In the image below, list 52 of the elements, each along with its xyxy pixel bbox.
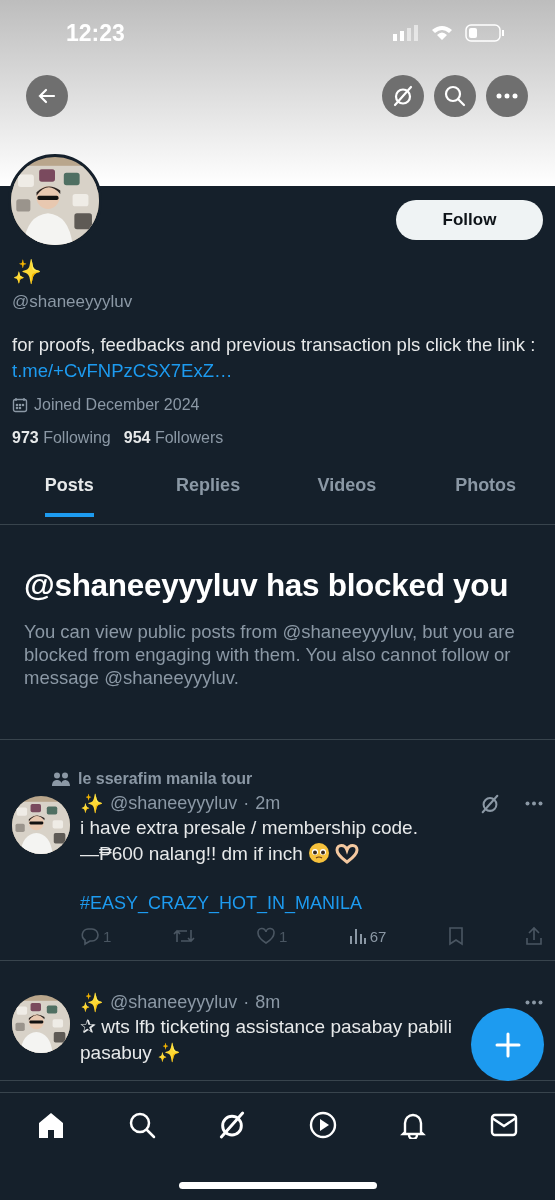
follow-stat-link[interactable]: 973 Following <box>12 429 111 447</box>
grok-button[interactable] <box>382 75 424 117</box>
user-handle: @shaneeyyyluv <box>110 793 238 814</box>
heart-hands-icon <box>335 842 360 864</box>
reply-icon <box>80 926 100 946</box>
bookmark-icon <box>447 926 464 946</box>
calendar-icon <box>12 397 28 413</box>
back-arrow-icon <box>37 86 57 106</box>
status-time: 12:23 <box>66 19 125 47</box>
post-text: i have extra presale / membership code. —₱600 nalang!! dm if inch <box>80 816 419 866</box>
user-handle: @shaneeyyyluv <box>110 992 238 1013</box>
wifi-icon <box>431 25 453 41</box>
profile-tab[interactable]: Photos <box>416 469 555 524</box>
back-button[interactable] <box>26 75 68 117</box>
views-button[interactable]: 67 <box>348 927 387 945</box>
user-handle: @shaneeyyyluv <box>12 292 134 312</box>
views-icon <box>348 927 367 945</box>
bio-text: for proofs, feedbacks and previous transaction pls click the link : t.me/+CvFNPzCSX7ExZ… <box>12 333 537 383</box>
profile-tab[interactable]: Videos <box>277 469 417 524</box>
post-time: 2m <box>255 793 281 814</box>
plus-icon <box>494 1031 521 1058</box>
post-text: ✰ wts lfb ticketing assistance pasabay pabili pasabuy ✨ <box>80 1015 453 1065</box>
search-button[interactable] <box>434 75 476 117</box>
more-button[interactable] <box>486 75 528 117</box>
like-icon <box>255 927 276 945</box>
share-icon <box>524 926 543 946</box>
display-name: ✨ <box>80 792 104 815</box>
post-time: 8m <box>255 992 281 1013</box>
bio-link[interactable]: t.me/+CvFNPzCSX7ExZ… <box>12 360 233 381</box>
blocked-title: @shaneeyyyluv has blocked you <box>24 567 510 604</box>
profile-tab[interactable]: Replies <box>138 469 278 524</box>
community-icon <box>52 772 70 786</box>
display-name: ✨ <box>80 991 104 1014</box>
separator-dot: · <box>243 793 250 814</box>
more-icon <box>496 93 518 99</box>
follow-stat-link[interactable]: 954 Followers <box>123 429 224 447</box>
joined-date: Joined December 2024 <box>34 396 200 414</box>
more-icon[interactable] <box>525 1000 543 1005</box>
signal-icon <box>393 25 419 41</box>
community-label: le sserafim manila tour <box>78 770 253 788</box>
grok-icon <box>391 84 415 108</box>
hashtag-link[interactable]: #EASY_CRAZY_HOT_IN_MANILA <box>80 893 543 914</box>
display-name: ✨ <box>12 258 42 286</box>
follow-button[interactable]: Follow <box>396 200 543 240</box>
separator-dot: · <box>243 992 250 1013</box>
battery-icon <box>465 24 505 42</box>
blocked-message: You can view public posts from @shaneeyyyluv, but you are blocked from engaging with them. You also cannot follow or message @shaneeyyyluv. <box>24 620 516 689</box>
more-icon[interactable] <box>525 801 543 806</box>
grok-icon[interactable] <box>479 792 501 815</box>
profile-tab[interactable]: Posts <box>0 469 139 524</box>
search-icon <box>444 85 466 107</box>
repost-icon <box>172 927 195 945</box>
